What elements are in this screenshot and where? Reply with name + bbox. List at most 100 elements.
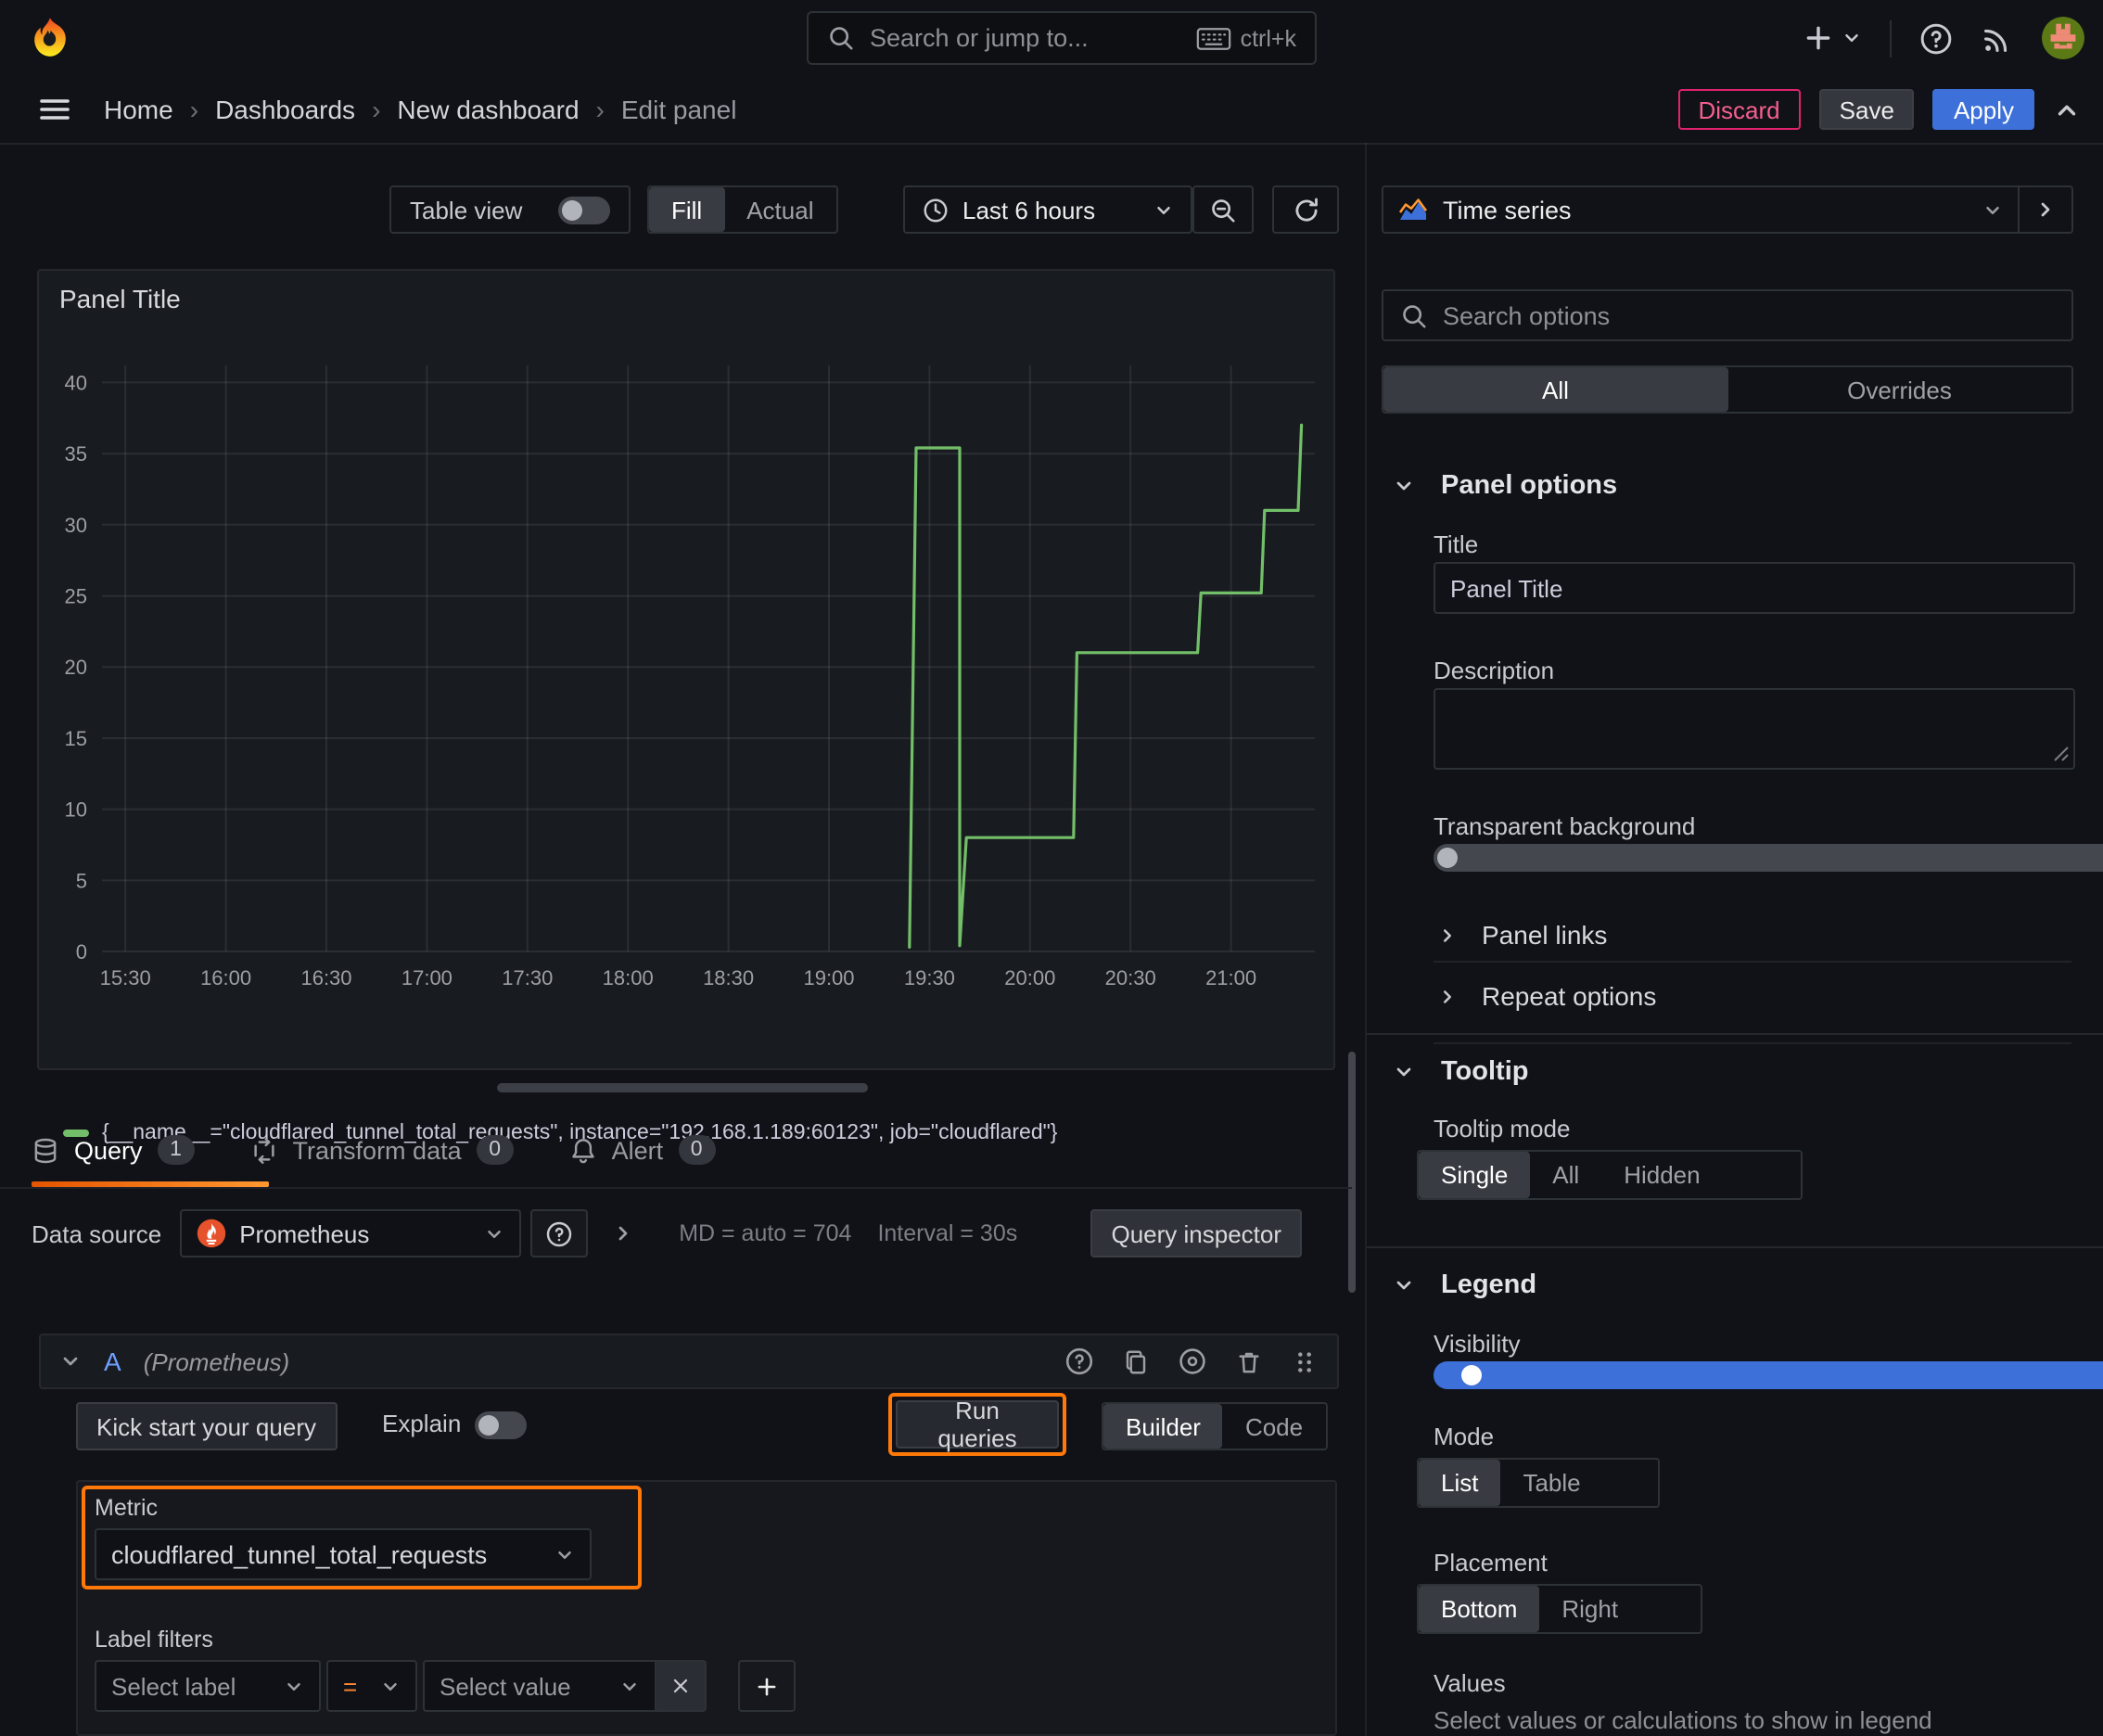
transparent-bg-toggle[interactable]	[1434, 844, 2103, 872]
query-toolbar-row: Kick start your query Explain Run querie…	[0, 1393, 1365, 1456]
breadcrumb-item[interactable]: Home	[104, 95, 173, 124]
option-list[interactable]: List	[1419, 1460, 1501, 1506]
option-hidden[interactable]: Hidden	[1601, 1152, 1722, 1198]
collapse-header-button[interactable]	[2053, 96, 2081, 123]
option-all[interactable]: All	[1383, 367, 1727, 412]
apply-button[interactable]: Apply	[1932, 89, 2034, 130]
metric-select[interactable]: cloudflared_tunnel_total_requests	[95, 1528, 592, 1580]
svg-text:5: 5	[76, 869, 87, 892]
select-label-dropdown[interactable]: Select label	[95, 1660, 321, 1712]
tab-alert[interactable]: Alert 0	[569, 1135, 716, 1165]
drag-handle-grip-icon[interactable]	[1291, 1347, 1319, 1375]
transform-icon	[250, 1136, 278, 1164]
editor-tabs: Query 1 Transform data 0 Alert 0	[32, 1113, 716, 1187]
explain-toggle[interactable]	[475, 1411, 527, 1439]
svg-text:18:00: 18:00	[603, 966, 654, 989]
kick-start-query-button[interactable]: Kick start your query	[76, 1402, 337, 1450]
svg-text:19:30: 19:30	[904, 966, 955, 989]
description-textarea[interactable]	[1434, 688, 2075, 770]
builder-code-toggle: Builder Code	[1102, 1402, 1328, 1450]
option-code[interactable]: Code	[1223, 1404, 1325, 1449]
select-value-dropdown[interactable]: Select value	[423, 1660, 656, 1712]
visualization-picker: Time series	[1382, 185, 2073, 234]
svg-text:19:00: 19:00	[803, 966, 854, 989]
save-button[interactable]: Save	[1818, 89, 1915, 130]
operator-dropdown[interactable]: =	[326, 1660, 417, 1712]
panel-links-section[interactable]: Panel links	[1382, 916, 2073, 953]
topbar-actions	[1803, 0, 2084, 76]
search-icon	[827, 24, 855, 52]
zoom-out-button[interactable]	[1192, 185, 1254, 234]
svg-text:16:30: 16:30	[300, 966, 351, 989]
textarea-resize-handle[interactable]	[2053, 746, 2070, 762]
option-right[interactable]: Right	[1539, 1586, 1640, 1632]
divider	[1434, 1042, 2071, 1044]
tab-query[interactable]: Query 1	[32, 1135, 195, 1165]
breadcrumb-item[interactable]: Dashboards	[215, 95, 355, 124]
menu-icon[interactable]	[37, 95, 72, 124]
panel-options-header[interactable]: Panel options	[1393, 469, 2084, 503]
svg-text:30: 30	[65, 514, 87, 537]
keyboard-icon	[1196, 27, 1231, 49]
top-bar: Search or jump to... ctrl+k	[0, 0, 2103, 78]
run-queries-button[interactable]: Run queries	[896, 1397, 1059, 1452]
news-rss-icon[interactable]	[1981, 21, 2014, 55]
global-search-input[interactable]: Search or jump to... ctrl+k	[807, 11, 1317, 65]
legend-mode-toggle: List Table	[1417, 1458, 1660, 1508]
option-actual[interactable]: Actual	[724, 187, 835, 232]
time-range-picker[interactable]: Last 6 hours	[903, 185, 1192, 234]
datasource-value: Prometheus	[239, 1219, 370, 1247]
legend-placement-label: Placement	[1434, 1549, 1548, 1576]
option-single[interactable]: Single	[1419, 1152, 1531, 1198]
refresh-icon	[1294, 197, 1317, 221]
refresh-button[interactable]	[1272, 185, 1339, 234]
delete-query-trash-icon[interactable]	[1235, 1347, 1263, 1375]
panel-title[interactable]: Panel Title	[59, 284, 181, 313]
chevron-down-icon	[1396, 1281, 1411, 1290]
datasource-help-button[interactable]	[530, 1209, 589, 1257]
legend-header[interactable]: Legend	[1393, 1269, 2084, 1302]
option-builder[interactable]: Builder	[1103, 1404, 1223, 1449]
visualization-select[interactable]: Time series	[1383, 195, 2018, 224]
chevron-right-icon	[2041, 202, 2050, 217]
grafana-logo-icon[interactable]	[28, 15, 72, 59]
option-fill[interactable]: Fill	[649, 187, 725, 232]
table-view-toggle[interactable]	[558, 196, 610, 223]
duplicate-query-icon[interactable]	[1122, 1347, 1150, 1375]
tooltip-header[interactable]: Tooltip	[1393, 1055, 2084, 1089]
chevron-right-icon	[1444, 989, 1451, 1002]
option-all[interactable]: All	[1530, 1152, 1601, 1198]
panel-resize-handle[interactable]	[497, 1083, 868, 1092]
panel-title-input[interactable]	[1434, 562, 2075, 614]
datasource-select[interactable]: Prometheus	[180, 1209, 522, 1257]
label-filters-label: Label filters	[95, 1627, 213, 1653]
discard-button[interactable]: Discard	[1677, 89, 1801, 130]
toggle-options-pane-button[interactable]	[2018, 187, 2071, 232]
search-options-input[interactable]: Search options	[1382, 289, 2073, 341]
chart-area: 15:30 16:00 16:30 17:00 17:30 18:00 18:30 19:00…	[46, 351, 1330, 989]
timeseries-chart[interactable]: 15:30 16:00 16:30 17:00 17:30 18:00 18:30 19:00…	[46, 351, 1330, 989]
label-filters-row: Select label = Select value	[95, 1660, 796, 1712]
avatar[interactable]	[2042, 17, 2084, 59]
breadcrumb-item[interactable]: New dashboard	[397, 95, 579, 124]
legend-visibility-toggle[interactable]	[1434, 1361, 2103, 1389]
option-table[interactable]: Table	[1500, 1460, 1602, 1506]
add-menu-button[interactable]	[1803, 22, 1862, 54]
expand-stats-icon[interactable]	[612, 1222, 634, 1245]
query-help-icon[interactable]	[1064, 1347, 1094, 1376]
query-inspector-button[interactable]: Query inspector	[1090, 1209, 1302, 1257]
help-icon[interactable]	[1919, 21, 1953, 55]
legend-mode-label: Mode	[1434, 1423, 1495, 1450]
query-ref-letter[interactable]: A	[104, 1347, 121, 1376]
option-bottom[interactable]: Bottom	[1419, 1586, 1540, 1632]
query-row[interactable]: A (Prometheus)	[39, 1334, 1339, 1389]
svg-text:18:30: 18:30	[703, 966, 754, 989]
repeat-options-section[interactable]: Repeat options	[1382, 977, 2073, 1015]
tab-transform-data[interactable]: Transform data 0	[250, 1135, 514, 1165]
hide-query-eye-icon[interactable]	[1178, 1347, 1207, 1376]
remove-filter-button[interactable]	[656, 1660, 707, 1712]
option-overrides[interactable]: Overrides	[1727, 367, 2071, 412]
add-filter-button[interactable]	[738, 1660, 796, 1712]
metric-label: Metric	[95, 1495, 159, 1521]
svg-text:17:00: 17:00	[401, 966, 452, 989]
